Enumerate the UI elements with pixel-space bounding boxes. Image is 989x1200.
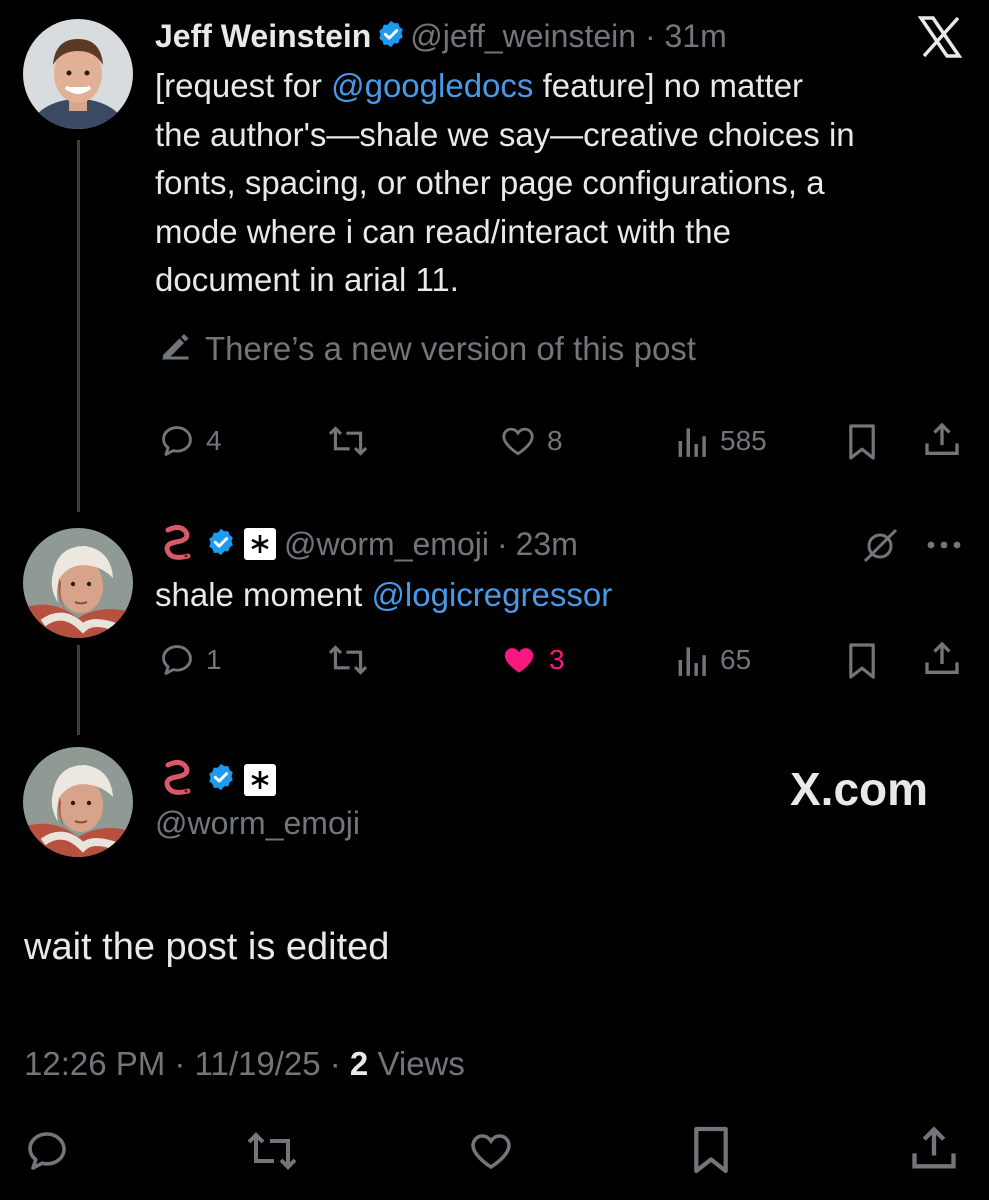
share-button[interactable] bbox=[922, 420, 962, 460]
worm-emoji-icon bbox=[158, 757, 198, 802]
bookmark-icon bbox=[846, 641, 878, 681]
post-text: shale moment @logicregressor bbox=[155, 571, 612, 620]
post-text: [request for @googledocs feature] no mat… bbox=[155, 62, 975, 305]
mention-link[interactable]: @logicregressor bbox=[371, 576, 612, 613]
text-line: fonts, spacing, or other page configurat… bbox=[155, 164, 825, 201]
heart-icon bbox=[466, 1134, 516, 1179]
thread-line bbox=[77, 645, 80, 735]
bookmark-button[interactable] bbox=[846, 422, 878, 462]
share-button[interactable] bbox=[922, 639, 962, 679]
post-timestamp: 12:26 PM · 11/19/25 · bbox=[24, 1045, 350, 1082]
brand-logo: X.com bbox=[790, 763, 929, 815]
text-line: document in arial 11. bbox=[155, 261, 459, 298]
share-icon bbox=[922, 420, 962, 460]
verified-badge-icon bbox=[376, 19, 406, 67]
text-segment: shale moment bbox=[155, 576, 372, 613]
avatar[interactable] bbox=[23, 528, 133, 638]
reply-button[interactable]: 4 bbox=[158, 422, 222, 460]
avatar[interactable] bbox=[23, 19, 133, 129]
reply-button[interactable] bbox=[22, 1127, 72, 1180]
share-button[interactable] bbox=[908, 1123, 960, 1180]
heart-filled-icon bbox=[499, 641, 539, 679]
heart-icon bbox=[499, 422, 537, 460]
pencil-icon bbox=[157, 328, 193, 369]
grok-icon[interactable] bbox=[860, 526, 900, 571]
reply-icon bbox=[158, 422, 196, 460]
views-icon bbox=[676, 422, 710, 460]
edit-notice-text: There’s a new version of this post bbox=[205, 329, 696, 367]
separator: · bbox=[636, 18, 665, 54]
post-text: wait the post is edited bbox=[24, 926, 390, 968]
views-button[interactable]: 585 bbox=[676, 422, 767, 460]
author-name[interactable]: Jeff Weinstein bbox=[155, 18, 371, 54]
reply-count: 1 bbox=[206, 644, 222, 675]
views-button[interactable]: 65 bbox=[676, 641, 751, 679]
bookmark-icon bbox=[690, 1126, 732, 1180]
worm-emoji-icon bbox=[158, 522, 198, 567]
repost-button[interactable] bbox=[244, 1127, 300, 1180]
repost-button[interactable] bbox=[326, 422, 370, 460]
verified-badge-icon bbox=[206, 762, 236, 797]
text-segment: [request for bbox=[155, 67, 332, 104]
more-options-icon[interactable] bbox=[925, 535, 963, 560]
avatar[interactable] bbox=[23, 747, 133, 857]
repost-icon bbox=[244, 1132, 300, 1179]
author-handle[interactable]: @jeff_weinstein bbox=[410, 18, 636, 54]
share-icon bbox=[908, 1126, 960, 1179]
reply-button[interactable]: 1 bbox=[158, 641, 222, 679]
bookmark-button[interactable] bbox=[846, 641, 878, 681]
post-meta: 12:26 PM · 11/19/25 · 2 Views bbox=[24, 1045, 465, 1083]
post-time: 23m bbox=[515, 525, 578, 562]
bookmark-button[interactable] bbox=[690, 1124, 732, 1181]
author-badges bbox=[158, 757, 276, 802]
text-line: the author's—shale we say—creative choic… bbox=[155, 115, 855, 153]
like-button[interactable]: 8 bbox=[499, 422, 563, 460]
views-count: 585 bbox=[720, 425, 767, 456]
like-button[interactable]: 3 bbox=[499, 641, 565, 679]
affiliate-badge-icon bbox=[244, 528, 276, 560]
mention-link[interactable]: @googledocs bbox=[331, 67, 533, 104]
separator: · bbox=[496, 525, 508, 562]
text-line: mode where i can read/interact with the bbox=[155, 212, 731, 250]
repost-icon bbox=[326, 422, 370, 460]
reply-icon bbox=[22, 1132, 72, 1179]
like-button[interactable] bbox=[466, 1127, 516, 1180]
post-header: Jeff Weinstein @jeff_weinstein · 31m bbox=[155, 14, 727, 67]
views-count: 65 bbox=[720, 644, 752, 675]
like-count: 8 bbox=[547, 425, 563, 456]
repost-icon bbox=[326, 641, 370, 679]
affiliate-badge-icon bbox=[244, 763, 276, 796]
views-label: Views bbox=[368, 1045, 465, 1082]
author-handle[interactable]: @worm_emoji bbox=[155, 805, 360, 842]
reply-count: 4 bbox=[206, 425, 222, 456]
like-count: 3 bbox=[549, 644, 565, 675]
reply-icon bbox=[158, 641, 196, 679]
views-icon bbox=[676, 641, 710, 679]
post-time: 31m bbox=[664, 18, 727, 54]
views-number: 2 bbox=[349, 1045, 369, 1082]
text-segment: feature] no matter bbox=[533, 67, 804, 104]
edit-notice[interactable]: There’s a new version of this post bbox=[157, 328, 696, 369]
repost-button[interactable] bbox=[326, 641, 370, 679]
post-header: @worm_emoji · 23m bbox=[158, 521, 578, 567]
share-icon bbox=[922, 639, 962, 679]
verified-badge-icon bbox=[206, 527, 236, 562]
thread-line bbox=[77, 140, 80, 512]
author-handle[interactable]: @worm_emoji bbox=[284, 526, 489, 563]
bookmark-icon bbox=[846, 422, 878, 462]
x-logo-icon[interactable] bbox=[917, 16, 963, 63]
